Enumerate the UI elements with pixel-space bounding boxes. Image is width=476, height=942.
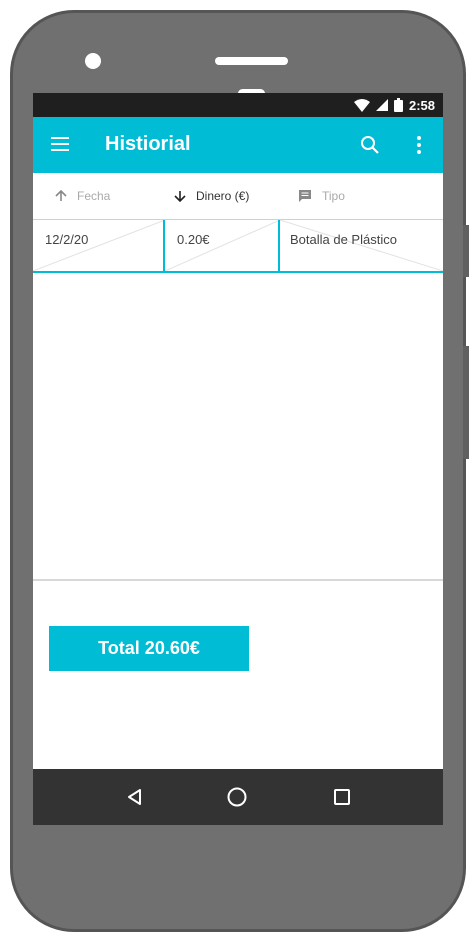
front-camera xyxy=(85,53,101,69)
earpiece-speaker xyxy=(215,57,288,65)
recents-icon[interactable] xyxy=(331,786,353,808)
column-label-fecha: Fecha xyxy=(77,189,111,203)
more-vert-icon[interactable] xyxy=(411,133,427,157)
signal-icon xyxy=(375,99,388,111)
home-icon[interactable] xyxy=(226,786,248,808)
status-time: 2:58 xyxy=(408,97,435,113)
volume-button xyxy=(463,225,469,277)
table-row[interactable]: 12/2/20 0.20€ Botalla de Plástico xyxy=(33,220,443,273)
cell-tipo: Botalla de Plástico xyxy=(280,220,443,271)
app-screen: 2:58 Histiorial Fecha Dinero (€) Tipo 12… xyxy=(33,93,443,825)
status-bar: 2:58 xyxy=(33,93,443,117)
battery-icon xyxy=(393,98,403,112)
navigation-bar xyxy=(33,769,443,825)
cell-tipo-text: Botalla de Plástico xyxy=(290,232,397,247)
cell-fecha-text: 12/2/20 xyxy=(45,232,89,247)
cell-dinero: 0.20€ xyxy=(165,220,280,271)
page-title: Histiorial xyxy=(105,133,191,155)
app-bar: Histiorial xyxy=(33,117,443,173)
total-button[interactable]: Total 20.60€ xyxy=(49,626,249,671)
column-label-tipo: Tipo xyxy=(322,189,345,203)
column-header-fecha[interactable]: Fecha xyxy=(55,173,110,219)
column-header-dinero[interactable]: Dinero (€) xyxy=(174,173,249,219)
table-header: Fecha Dinero (€) Tipo xyxy=(33,173,443,220)
column-header-tipo[interactable]: Tipo xyxy=(298,173,345,219)
section-divider xyxy=(33,579,443,581)
cell-fecha: 12/2/20 xyxy=(33,220,165,271)
arrow-up-icon xyxy=(55,190,67,201)
arrow-down-icon xyxy=(174,191,186,202)
search-icon[interactable] xyxy=(360,135,380,155)
total-label: Total 20.60€ xyxy=(98,638,200,658)
wifi-icon xyxy=(353,98,370,112)
cell-dinero-text: 0.20€ xyxy=(177,232,210,247)
menu-icon[interactable] xyxy=(51,137,69,151)
column-label-dinero: Dinero (€) xyxy=(196,189,250,203)
power-button xyxy=(463,346,469,459)
comment-icon xyxy=(299,190,311,202)
back-icon[interactable] xyxy=(124,786,146,808)
